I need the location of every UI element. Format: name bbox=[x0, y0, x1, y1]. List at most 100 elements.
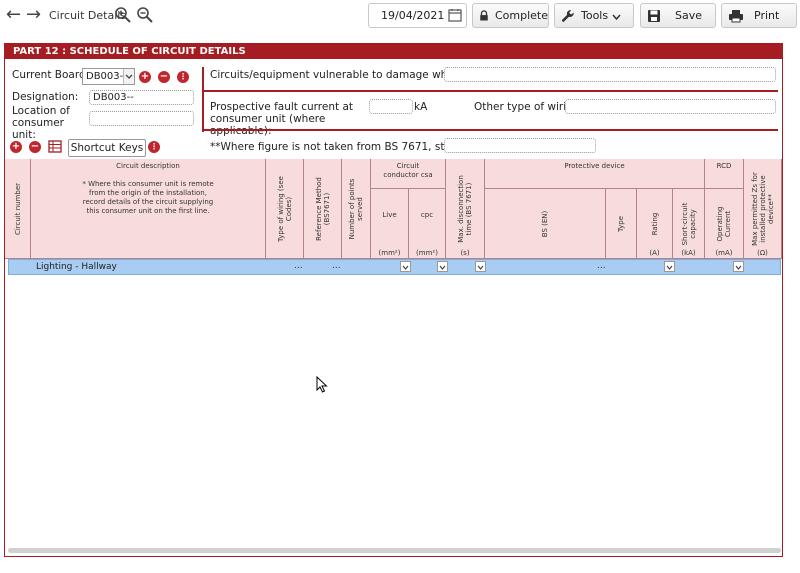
panel-header: PART 12 : SCHEDULE OF CIRCUIT DETAILS bbox=[5, 44, 782, 59]
col-type: Type bbox=[606, 189, 637, 259]
calendar-icon[interactable] bbox=[448, 8, 462, 22]
col-protective-device: Protective device bbox=[485, 159, 705, 189]
col-short-circuit-unit: (kA) bbox=[681, 249, 696, 257]
designation-field[interactable]: DB003-- bbox=[89, 90, 194, 105]
shortcut-keys-button[interactable]: Shortcut Keys bbox=[68, 139, 146, 157]
horizontal-scrollbar[interactable] bbox=[8, 548, 781, 553]
schedule-panel: PART 12 : SCHEDULE OF CIRCUIT DETAILS Cu… bbox=[4, 43, 783, 557]
col-rating-unit: (A) bbox=[649, 249, 660, 257]
col-type-of-wiring: Type of wiring (see Codes) bbox=[266, 159, 304, 259]
pfc-field[interactable] bbox=[369, 99, 413, 114]
save-button[interactable]: Save bbox=[640, 3, 716, 28]
print-label: Print bbox=[754, 9, 780, 22]
date-input[interactable]: 19/04/2021 bbox=[368, 3, 467, 28]
col-max-disconnection: Max. disconnection time (BS 7671) (s) bbox=[446, 159, 485, 259]
print-button[interactable]: Print bbox=[721, 3, 797, 28]
add-board-icon[interactable]: + bbox=[139, 71, 151, 83]
col-circuit-number-label: Circuit number bbox=[13, 182, 22, 235]
vulnerable-field[interactable] bbox=[444, 67, 776, 82]
remove-board-icon[interactable]: − bbox=[158, 71, 170, 83]
operating-current-dropdown-icon[interactable] bbox=[733, 261, 744, 272]
col-operating-current-unit: (mA) bbox=[715, 249, 733, 257]
col-protective-device-label: Protective device bbox=[564, 162, 625, 170]
floppy-disk-icon bbox=[648, 9, 660, 22]
col-live-label: Live bbox=[382, 211, 397, 219]
wrench-icon bbox=[561, 9, 574, 22]
grid-export-icon[interactable] bbox=[48, 140, 62, 153]
cpc-dropdown-icon[interactable] bbox=[437, 261, 448, 272]
row-bs-en[interactable]: ... bbox=[597, 261, 606, 271]
row-reference[interactable]: ... bbox=[332, 261, 341, 271]
lock-icon bbox=[480, 10, 488, 21]
printer-icon bbox=[729, 9, 743, 22]
col-max-zs-label: Max permitted Zs for installed protectiv… bbox=[750, 171, 775, 246]
section-divider bbox=[202, 67, 204, 132]
col-short-circuit: Short-circuit capacity (kA) bbox=[673, 189, 705, 259]
col-cpc-label: cpc bbox=[420, 211, 434, 219]
remove-circuit-icon[interactable]: − bbox=[29, 141, 41, 153]
col-rcd-label: RCD bbox=[716, 162, 732, 170]
col-max-disconnection-unit: (s) bbox=[460, 249, 470, 257]
chevron-down-icon bbox=[123, 69, 134, 84]
col-live: Live (mm²) bbox=[371, 189, 409, 259]
col-short-circuit-label: Short-circuit capacity bbox=[680, 202, 697, 245]
col-type-label: Type bbox=[617, 215, 625, 232]
col-operating-current-label: Operating Current bbox=[716, 206, 732, 241]
current-board-label: Current Board: bbox=[12, 69, 90, 81]
col-conductor-csa-label: Circuit conductor csa bbox=[383, 162, 433, 179]
col-max-zs: Max permitted Zs for installed protectiv… bbox=[744, 159, 782, 259]
shortcut-info-icon[interactable]: ⋮ bbox=[148, 141, 160, 153]
col-type-of-wiring-label: Type of wiring (see Codes) bbox=[276, 175, 293, 242]
col-description-label: Circuit description bbox=[116, 162, 180, 170]
col-circuit-description: Circuit description * Where this consume… bbox=[31, 159, 266, 259]
designation-label: Designation: bbox=[12, 91, 79, 103]
col-conductor-csa: Circuit conductor csa bbox=[371, 159, 446, 189]
table-row[interactable]: Lighting - Hallway ... ... ... bbox=[8, 259, 781, 275]
rating-dropdown-icon[interactable] bbox=[664, 261, 675, 272]
add-circuit-icon[interactable]: + bbox=[10, 141, 22, 153]
more-options-icon[interactable]: ⋮ bbox=[177, 71, 189, 83]
section-divider bbox=[204, 129, 778, 131]
tools-label: Tools bbox=[581, 9, 609, 22]
col-description-note: * Where this consumer unit is remote fro… bbox=[82, 180, 214, 215]
location-field[interactable] bbox=[89, 111, 194, 126]
complete-button[interactable]: Complete bbox=[472, 3, 549, 28]
section-divider bbox=[204, 90, 778, 92]
col-reference-method: Reference Method (BS7671) bbox=[304, 159, 342, 259]
col-circuit-number: Circuit number bbox=[5, 159, 31, 259]
chevron-down-icon bbox=[612, 14, 621, 20]
row-description[interactable]: Lighting - Hallway bbox=[36, 260, 117, 274]
zoom-in-icon[interactable] bbox=[114, 6, 132, 24]
live-dropdown-icon[interactable] bbox=[400, 261, 411, 272]
complete-label: Complete bbox=[494, 9, 548, 22]
location-label: Location of consumer unit: bbox=[12, 105, 70, 141]
current-board-select[interactable]: DB003- bbox=[82, 68, 135, 85]
col-number-of-points-label: Number of points served bbox=[348, 178, 364, 239]
forward-arrow-icon[interactable]: → bbox=[26, 6, 41, 24]
back-arrow-icon[interactable]: ← bbox=[6, 6, 21, 24]
col-reference-method-label: Reference Method (BS7671) bbox=[314, 176, 331, 241]
tools-button[interactable]: Tools bbox=[554, 3, 634, 28]
col-rating-label: Rating bbox=[650, 212, 659, 235]
toolbar: ← → Circuit Details 19/04/2021 Complete bbox=[0, 0, 800, 32]
col-cpc: cpc (mm²) bbox=[409, 189, 446, 259]
col-live-unit: (mm²) bbox=[378, 249, 401, 257]
col-rating: Rating (A) bbox=[637, 189, 673, 259]
col-bs-en-label: BS (EN) bbox=[541, 210, 549, 237]
col-rcd: RCD bbox=[705, 159, 744, 189]
col-cpc-unit: (mm²) bbox=[416, 249, 438, 257]
col-bs-en: BS (EN) bbox=[485, 189, 606, 259]
date-value: 19/04/2021 bbox=[381, 9, 445, 22]
other-wiring-field[interactable] bbox=[565, 99, 776, 114]
col-max-zs-unit: (Ω) bbox=[757, 249, 768, 257]
mouse-cursor-icon bbox=[316, 376, 328, 393]
pfc-unit: kA bbox=[414, 101, 428, 113]
col-number-of-points: Number of points served bbox=[342, 159, 371, 259]
bs-note-field[interactable] bbox=[444, 138, 596, 153]
col-max-disconnection-label: Max. disconnection time (BS 7671) bbox=[457, 174, 473, 243]
pfc-label: Prospective fault current at consumer un… bbox=[210, 101, 353, 137]
disconnection-dropdown-icon[interactable] bbox=[475, 261, 486, 272]
zoom-out-icon[interactable] bbox=[136, 6, 154, 24]
col-operating-current: Operating Current (mA) bbox=[705, 189, 744, 259]
row-wiring[interactable]: ... bbox=[294, 261, 303, 271]
